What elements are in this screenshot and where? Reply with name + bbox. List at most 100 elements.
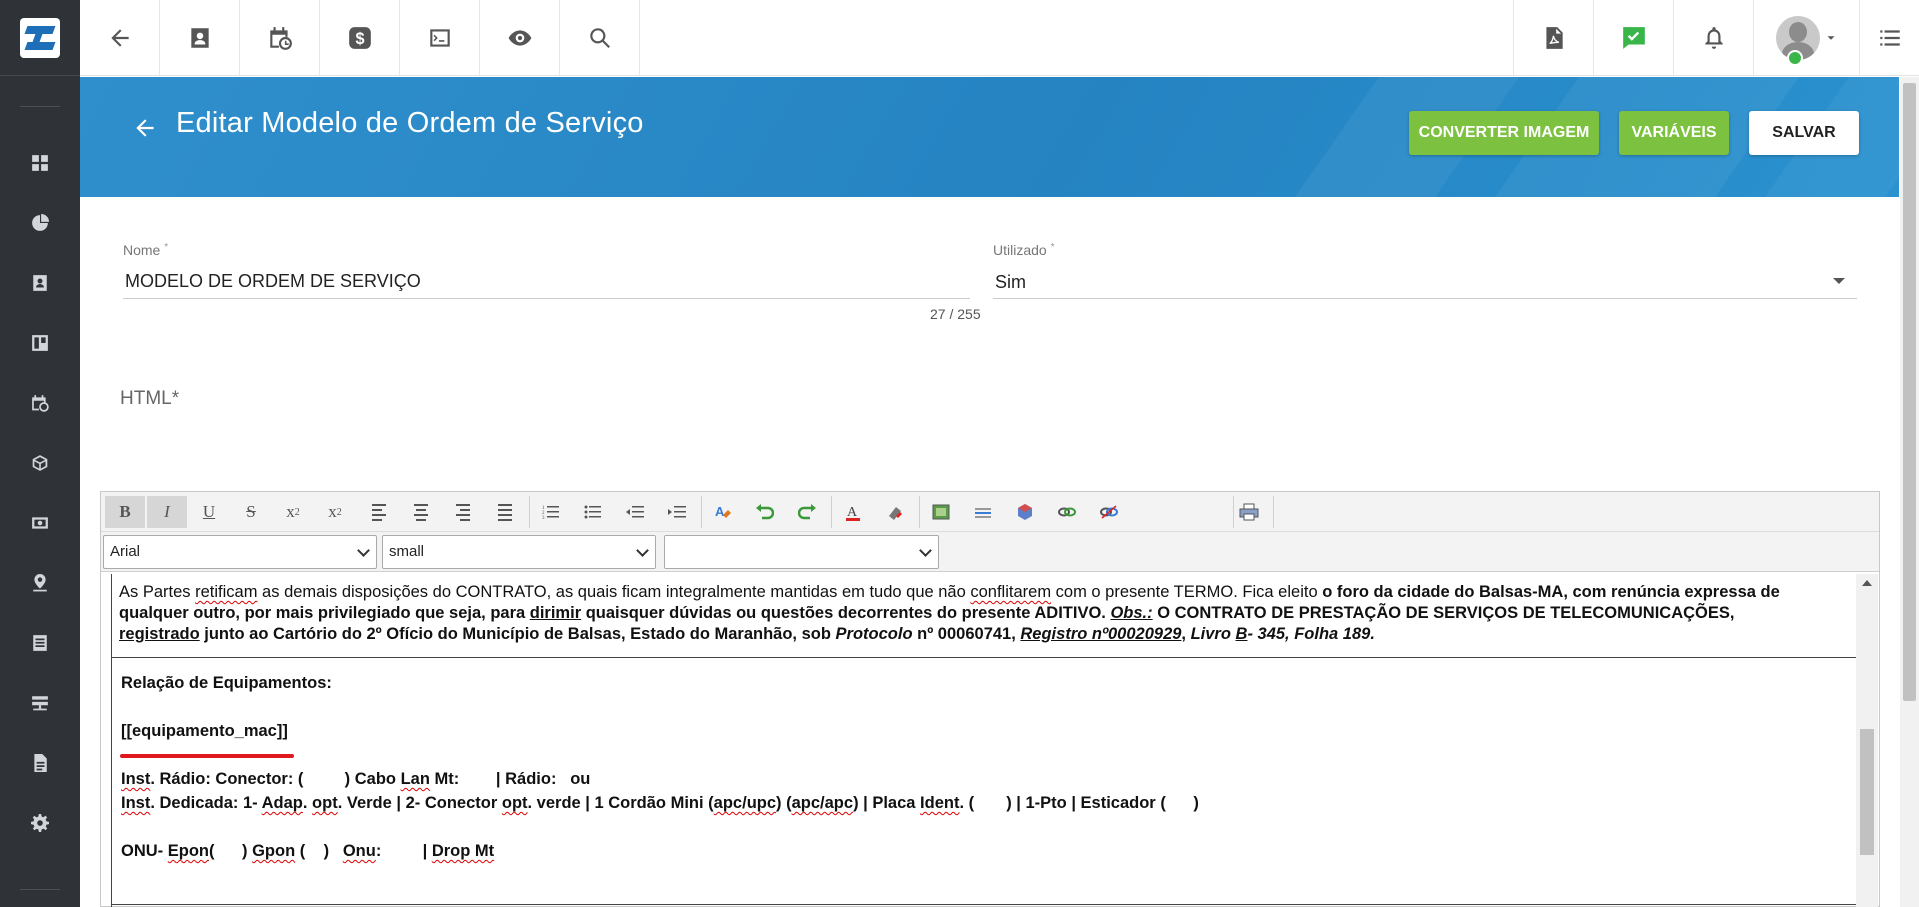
page-header: Editar Modelo de Ordem de Serviço CONVER… xyxy=(80,77,1899,197)
menu-list-icon xyxy=(1879,30,1900,46)
text-color-button[interactable]: A xyxy=(833,496,873,528)
sidebar-item-schedule[interactable] xyxy=(0,373,80,433)
pdf-button[interactable] xyxy=(1513,0,1593,76)
sidebar-item-finance[interactable] xyxy=(0,493,80,553)
used-select[interactable]: Sim xyxy=(995,272,1026,293)
align-center-button[interactable] xyxy=(401,496,441,528)
top-toolbar: $ xyxy=(80,0,1919,76)
chevron-down-icon xyxy=(919,544,932,557)
save-button[interactable]: SALVAR xyxy=(1749,111,1859,155)
menu-button[interactable] xyxy=(1859,0,1919,76)
underline-button[interactable]: U xyxy=(189,496,229,528)
subscript-button[interactable]: x2 xyxy=(273,496,313,528)
variables-button[interactable]: VARIÁVEIS xyxy=(1619,111,1729,155)
used-field-label: Utilizado * xyxy=(993,242,1055,258)
sidebar-item-documents[interactable] xyxy=(0,733,80,793)
app-logo[interactable] xyxy=(0,0,80,76)
insert-image-button[interactable] xyxy=(921,496,961,528)
html-editor: B I U S x2 x2 123 A A Arial small As Par… xyxy=(100,491,1880,907)
sidebar-item-lists[interactable] xyxy=(0,613,80,673)
toolbar-divider xyxy=(919,496,920,528)
search-button[interactable] xyxy=(560,0,640,76)
ordered-list-button[interactable]: 123 xyxy=(531,496,571,528)
text-color-icon: A xyxy=(846,505,860,521)
strikethrough-button[interactable]: S xyxy=(231,496,271,528)
check-chat-icon xyxy=(1622,27,1645,49)
insert-table-button[interactable] xyxy=(1005,496,1045,528)
terminal-icon xyxy=(429,29,450,47)
user-menu[interactable] xyxy=(1753,0,1859,76)
remove-format-button[interactable]: A xyxy=(703,496,743,528)
font-size-select[interactable]: small xyxy=(382,535,656,569)
contact-card-icon xyxy=(190,28,209,48)
unlink-button[interactable] xyxy=(1089,496,1129,528)
dollar-icon: $ xyxy=(348,27,371,49)
outdent-button[interactable] xyxy=(615,496,655,528)
unordered-list-button[interactable] xyxy=(573,496,613,528)
search-icon xyxy=(589,28,610,48)
notifications-button[interactable] xyxy=(1673,0,1753,76)
header-back-button[interactable] xyxy=(132,115,162,145)
sidebar-item-locations[interactable] xyxy=(0,553,80,613)
sidebar-divider xyxy=(20,889,60,890)
outdent-icon xyxy=(626,506,644,518)
editor-content[interactable]: As Partes retificam as demais disposiçõe… xyxy=(111,574,1856,907)
align-left-icon xyxy=(372,503,386,521)
sidebar-item-settings[interactable] xyxy=(0,793,80,853)
sidebar-item-dashboard[interactable] xyxy=(0,133,80,193)
table-border xyxy=(111,657,1856,658)
editor-scrollbar[interactable] xyxy=(1856,574,1878,907)
pdf-icon xyxy=(1545,27,1563,49)
table-border xyxy=(111,904,1856,905)
align-right-button[interactable] xyxy=(443,496,483,528)
font-family-select[interactable]: Arial xyxy=(103,535,377,569)
indent-icon xyxy=(668,506,686,518)
finance-button[interactable]: $ xyxy=(320,0,400,76)
format-select[interactable] xyxy=(664,535,939,569)
svg-text:$: $ xyxy=(355,30,364,48)
print-button[interactable] xyxy=(1229,496,1269,528)
contacts-button[interactable] xyxy=(160,0,240,76)
name-field[interactable]: MODELO DE ORDEM DE SERVIÇO xyxy=(125,271,421,292)
back-button[interactable] xyxy=(80,0,160,76)
back-arrow-icon xyxy=(136,119,154,137)
chevron-down-icon[interactable] xyxy=(1833,278,1845,284)
justify-button[interactable] xyxy=(485,496,525,528)
align-left-button[interactable] xyxy=(359,496,399,528)
align-center-icon xyxy=(414,503,428,521)
chevron-down-icon xyxy=(1827,36,1834,40)
page-scrollbar-thumb[interactable] xyxy=(1903,83,1916,701)
editor-scrollbar-thumb[interactable] xyxy=(1860,729,1874,855)
sidebar-item-reports[interactable] xyxy=(0,193,80,253)
svg-text:A: A xyxy=(715,504,725,519)
indent-button[interactable] xyxy=(657,496,697,528)
align-right-icon xyxy=(456,503,470,521)
page-scrollbar[interactable] xyxy=(1900,77,1919,907)
horizontal-rule-button[interactable] xyxy=(963,496,1003,528)
sidebar-item-contacts[interactable] xyxy=(0,253,80,313)
sidebar-item-network[interactable] xyxy=(0,673,80,733)
insert-link-button[interactable] xyxy=(1047,496,1087,528)
sidebar-item-inventory[interactable] xyxy=(0,433,80,493)
highlight-button[interactable] xyxy=(875,496,915,528)
box-icon xyxy=(32,455,48,471)
toolbar-divider xyxy=(529,496,530,528)
redo-button[interactable] xyxy=(787,496,827,528)
italic-button[interactable]: I xyxy=(147,496,187,528)
name-field-underline xyxy=(123,298,970,299)
cube-icon xyxy=(1018,504,1032,520)
view-button[interactable] xyxy=(480,0,560,76)
tasks-button[interactable] xyxy=(1593,0,1673,76)
highlight-icon xyxy=(889,507,902,520)
scroll-up-icon[interactable] xyxy=(1862,580,1872,586)
superscript-button[interactable]: x2 xyxy=(315,496,355,528)
contract-paragraph: As Partes retificam as demais disposiçõe… xyxy=(119,583,1780,643)
convert-image-button[interactable]: CONVERTER IMAGEM xyxy=(1409,111,1599,155)
equipment-variable: [[equipamento_mac]] xyxy=(121,722,288,740)
terminal-button[interactable] xyxy=(400,0,480,76)
bold-button[interactable]: B xyxy=(105,496,145,528)
undo-button[interactable] xyxy=(745,496,785,528)
schedule-button[interactable] xyxy=(240,0,320,76)
server-icon xyxy=(32,696,48,711)
sidebar-item-board[interactable] xyxy=(0,313,80,373)
